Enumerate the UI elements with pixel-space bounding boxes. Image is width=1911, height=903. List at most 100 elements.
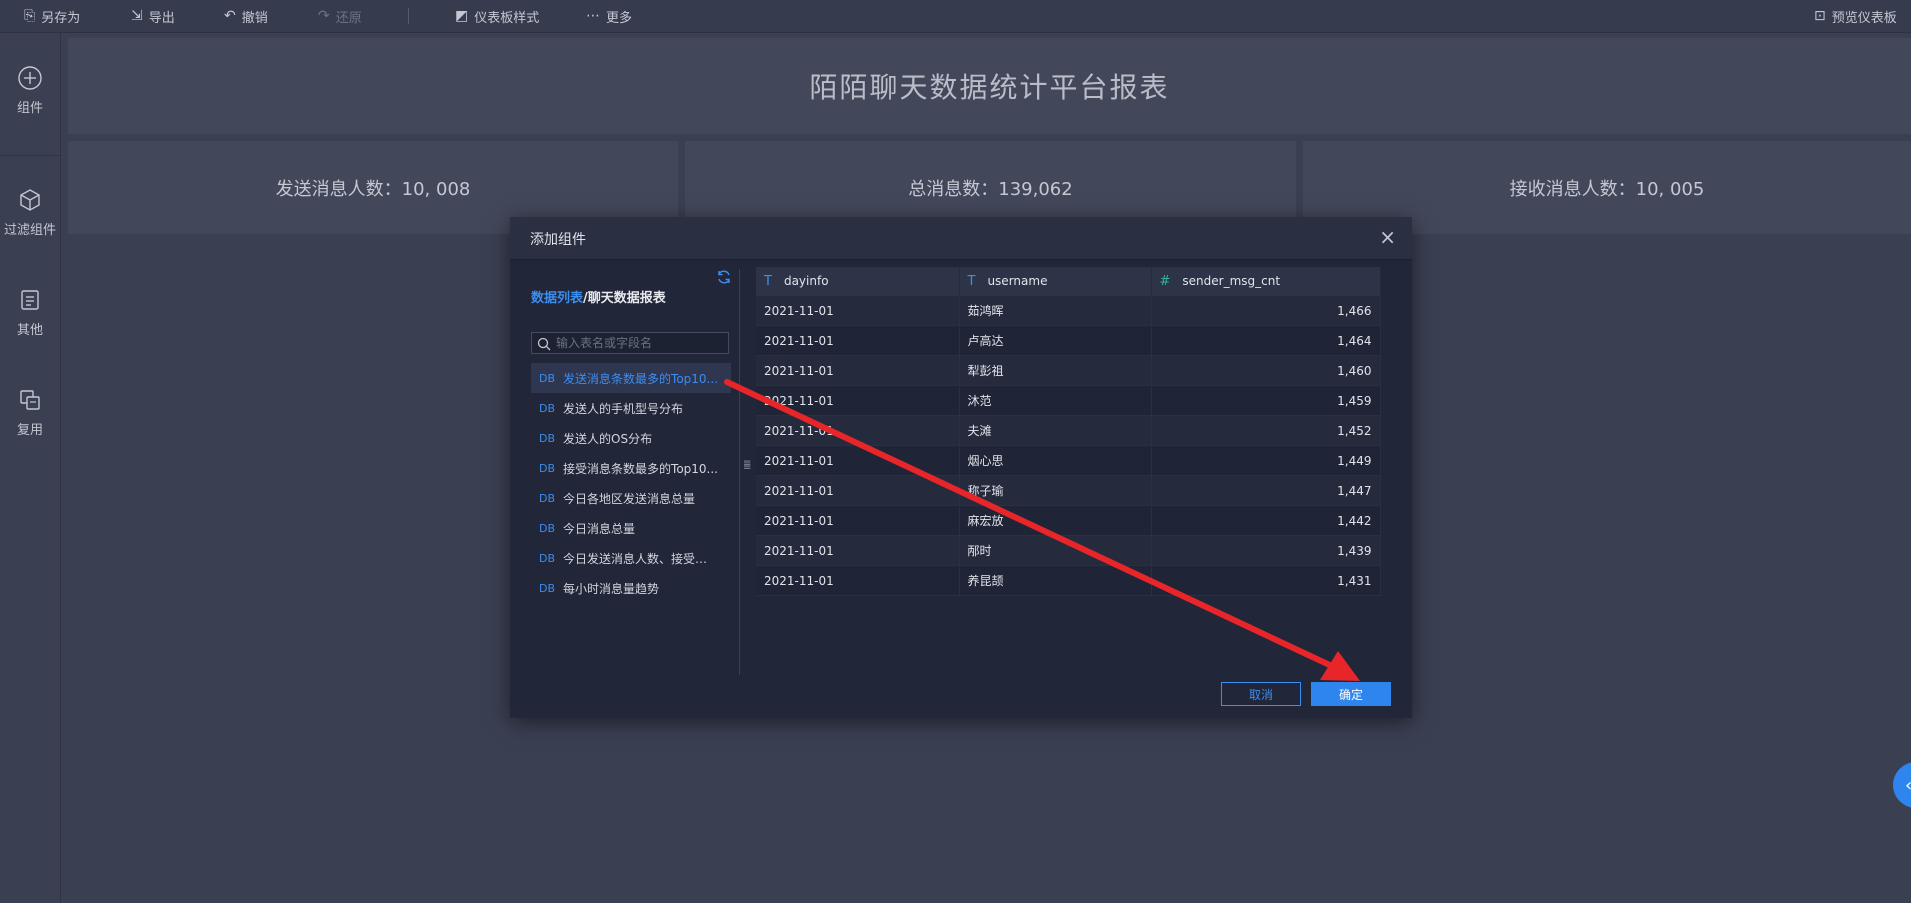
table-list-item-label: 今日发送消息人数、接受消...	[563, 551, 719, 566]
table-row: 2021-11-01 麻宏放 1,442	[756, 505, 1381, 536]
dashboard-style-button[interactable]: ◩ 仪表板样式	[455, 0, 539, 32]
cell-username: 夫滩	[959, 415, 1152, 446]
more-dots-icon: ⋯	[586, 8, 600, 24]
table-list-item[interactable]: DB 每小时消息量趋势	[531, 573, 731, 603]
cell-sender-msg-cnt: 1,439	[1151, 535, 1381, 566]
cell-username: 麻宏放	[959, 505, 1152, 536]
cell-username: 称子瑜	[959, 475, 1152, 506]
cell-sender-msg-cnt: 1,447	[1151, 475, 1381, 506]
export-button[interactable]: ⇲ 导出	[131, 0, 175, 32]
table-list-item[interactable]: DB 发送消息条数最多的Top10...	[531, 363, 731, 393]
cell-dayinfo: 2021-11-01	[756, 385, 960, 416]
database-table-icon: DB	[539, 521, 556, 535]
text-type-icon: T	[764, 274, 772, 289]
undo-button[interactable]: ↶ 撤销	[224, 0, 268, 32]
sidebar-item-filter-components[interactable]: 过滤组件	[0, 187, 60, 238]
table-list: DB 发送消息条数最多的Top10... DB 发送人的手机型号分布 DB 发送人的OS分…	[531, 363, 731, 603]
database-table-icon: DB	[539, 431, 556, 445]
sidebar-item-components[interactable]: 组件	[0, 65, 60, 116]
table-list-item-label: 发送消息条数最多的Top10...	[563, 371, 718, 386]
redo-icon: ↷	[318, 8, 330, 24]
cell-sender-msg-cnt: 1,466	[1151, 296, 1381, 326]
table-list-item-label: 接受消息条数最多的Top10...	[563, 461, 718, 476]
sidebar-divider	[0, 155, 60, 156]
undo-icon: ↶	[224, 8, 236, 24]
table-header-row: Tdayinfo Tusername # sender_msg_cnt	[756, 267, 1381, 296]
cancel-button[interactable]: 取消	[1221, 682, 1301, 706]
table-search-box	[531, 332, 729, 354]
database-table-icon: DB	[539, 401, 556, 415]
cell-username: 养昆颉	[959, 565, 1152, 596]
resize-handle-icon[interactable]: ≡ ≡	[743, 459, 751, 474]
cube-icon	[20, 189, 40, 211]
more-button[interactable]: ⋯ 更多	[586, 0, 632, 32]
cell-username: 卢高达	[959, 325, 1152, 356]
cell-sender-msg-cnt: 1,431	[1151, 565, 1381, 596]
refresh-icon[interactable]	[716, 269, 732, 285]
chevron-left-icon: ‹	[1905, 775, 1911, 796]
table-list-item-label: 每小时消息量趋势	[563, 581, 660, 596]
sidebar-item-other[interactable]: 其他	[0, 287, 60, 338]
close-icon[interactable]: ×	[1379, 226, 1396, 248]
table-search-input[interactable]	[556, 333, 726, 353]
cell-username: 沐范	[959, 385, 1152, 416]
table-list-item[interactable]: DB 今日各地区发送消息总量	[531, 483, 731, 513]
table-row: 2021-11-01 沐范 1,459	[756, 385, 1381, 416]
export-icon: ⇲	[131, 8, 143, 24]
preview-dashboard-button[interactable]: ⊡ 预览仪表板	[1814, 0, 1897, 32]
cell-dayinfo: 2021-11-01	[756, 475, 960, 506]
database-table-icon: DB	[539, 491, 556, 505]
preview-table: Tdayinfo Tusername # sender_msg_cnt 2021-…	[756, 267, 1381, 596]
table-list-item-label: 发送人的手机型号分布	[563, 401, 684, 416]
table-row: 2021-11-01 夫滩 1,452	[756, 415, 1381, 446]
preview-icon: ⊡	[1814, 8, 1826, 24]
dashboard-title[interactable]: 陌陌聊天数据统计平台报表	[68, 38, 1911, 134]
cell-dayinfo: 2021-11-01	[756, 415, 960, 446]
sidebar-item-reuse[interactable]: 复用	[0, 387, 60, 438]
cell-sender-msg-cnt: 1,460	[1151, 355, 1381, 386]
save-as-icon: ⎘	[24, 8, 36, 24]
cell-dayinfo: 2021-11-01	[756, 445, 960, 476]
cell-username: 邴时	[959, 535, 1152, 566]
add-component-dialog: 添加组件 × 数据列表/聊天数据报表 DB发送消息条数最多的Top10...DB…	[510, 217, 1412, 718]
table-list-item[interactable]: DB 发送人的OS分布	[531, 423, 731, 453]
cell-sender-msg-cnt: 1,452	[1151, 415, 1381, 446]
toolbar: ⎘ 另存为 ⇲ 导出 ↶ 撤销 ↷ 还原 ◩ 仪表板样式 ⋯ 更多 ⊡ 预览仪表…	[0, 0, 1911, 33]
cell-dayinfo: 2021-11-01	[756, 355, 960, 386]
cell-dayinfo: 2021-11-01	[756, 565, 960, 596]
search-icon	[537, 337, 551, 351]
text-type-icon: T	[967, 274, 976, 289]
table-list-item-label: 今日消息总量	[563, 521, 636, 536]
table-list-item[interactable]: DB 今日消息总量	[531, 513, 731, 543]
breadcrumb-root[interactable]: 数据列表	[531, 291, 583, 306]
plus-circle-icon	[18, 66, 42, 90]
table-row: 2021-11-01 邴时 1,439	[756, 535, 1381, 566]
dialog-title: 添加组件	[530, 232, 586, 248]
database-table-icon: DB	[539, 581, 556, 595]
save-as-button[interactable]: ⎘ 另存为	[24, 0, 80, 32]
cell-sender-msg-cnt: 1,459	[1151, 385, 1381, 416]
style-icon: ◩	[455, 8, 469, 24]
cell-sender-msg-cnt: 1,464	[1151, 325, 1381, 356]
database-table-icon: DB	[539, 461, 556, 475]
table-row: 2021-11-01 养昆颉 1,431	[756, 565, 1381, 596]
cell-dayinfo: 2021-11-01	[756, 535, 960, 566]
breadcrumb: 数据列表/聊天数据报表	[531, 287, 666, 306]
cell-sender-msg-cnt: 1,442	[1151, 505, 1381, 536]
toolbar-divider	[408, 8, 409, 24]
table-list-item[interactable]: DB 今日发送消息人数、接受消...	[531, 543, 731, 573]
pane-divider	[739, 269, 740, 675]
redo-button[interactable]: ↷ 还原	[318, 0, 362, 32]
copy-icon	[20, 390, 40, 410]
cell-dayinfo: 2021-11-01	[756, 296, 960, 326]
cell-username: 犁彭祖	[959, 355, 1152, 386]
cell-sender-msg-cnt: 1,449	[1151, 445, 1381, 476]
breadcrumb-current: 聊天数据报表	[587, 291, 666, 306]
confirm-button[interactable]: 确定	[1311, 682, 1391, 706]
table-row: 2021-11-01 犁彭祖 1,460	[756, 355, 1381, 386]
table-list-item[interactable]: DB 接受消息条数最多的Top10...	[531, 453, 731, 483]
column-header-sender-msg-cnt: # sender_msg_cnt	[1151, 267, 1381, 296]
sidebar: 组件 过滤组件 其他 复用	[0, 33, 61, 903]
table-list-item[interactable]: DB 发送人的手机型号分布	[531, 393, 731, 423]
table-body: 2021-11-01 茹鸿晖 1,466 2021-11-01 卢高达 1,464 2021…	[756, 296, 1381, 596]
